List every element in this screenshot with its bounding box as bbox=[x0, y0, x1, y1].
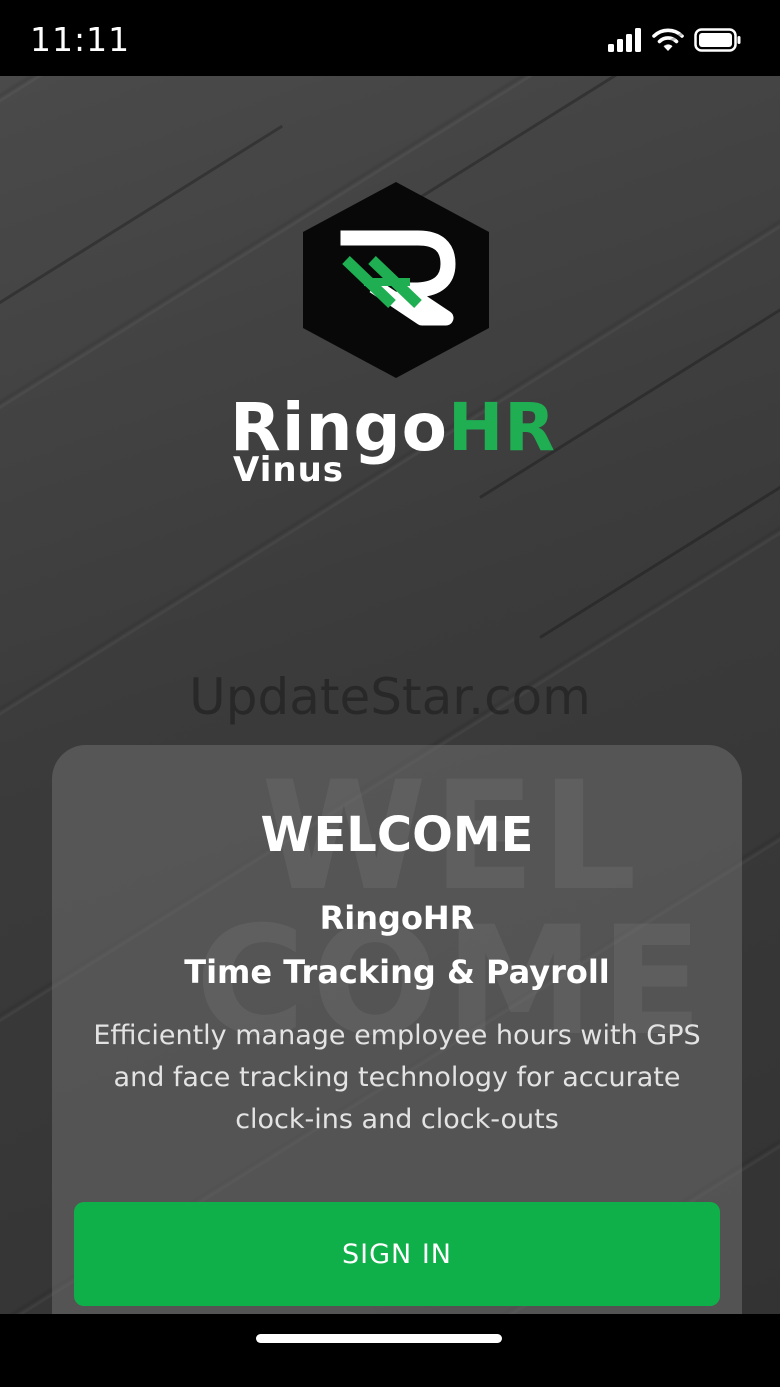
card-description: Efficiently manage employee hours with G… bbox=[93, 1020, 701, 1135]
signal-icon bbox=[608, 28, 641, 52]
home-indicator[interactable] bbox=[256, 1334, 502, 1343]
brand-wordmark: RingoHR Vinus bbox=[230, 390, 590, 500]
status-time: 11:11 bbox=[30, 20, 131, 59]
subtitle-line-1: RingoHR bbox=[319, 899, 475, 937]
bottom-bar bbox=[0, 1314, 780, 1387]
status-icons bbox=[608, 26, 742, 54]
ringohr-logo-icon bbox=[303, 182, 489, 378]
watermark: UpdateStar.com bbox=[189, 668, 591, 726]
brand-name-hr: HR bbox=[448, 389, 557, 466]
status-bar: 11:11 bbox=[0, 0, 780, 76]
welcome-card: WEL COME WELCOME RingoHR Time Tracking & … bbox=[52, 745, 742, 1365]
brand-sublabel: Vinus bbox=[233, 450, 345, 490]
card-subtitle: RingoHR Time Tracking & Payroll bbox=[52, 891, 742, 999]
app-screen: 11:11 RingoHR Vinus UpdateStar.com WEL C… bbox=[0, 0, 780, 1387]
subtitle-line-2: Time Tracking & Payroll bbox=[184, 953, 610, 991]
sign-in-button[interactable]: SIGN IN bbox=[74, 1202, 720, 1306]
welcome-title: WELCOME bbox=[260, 807, 534, 863]
battery-icon bbox=[694, 28, 741, 52]
